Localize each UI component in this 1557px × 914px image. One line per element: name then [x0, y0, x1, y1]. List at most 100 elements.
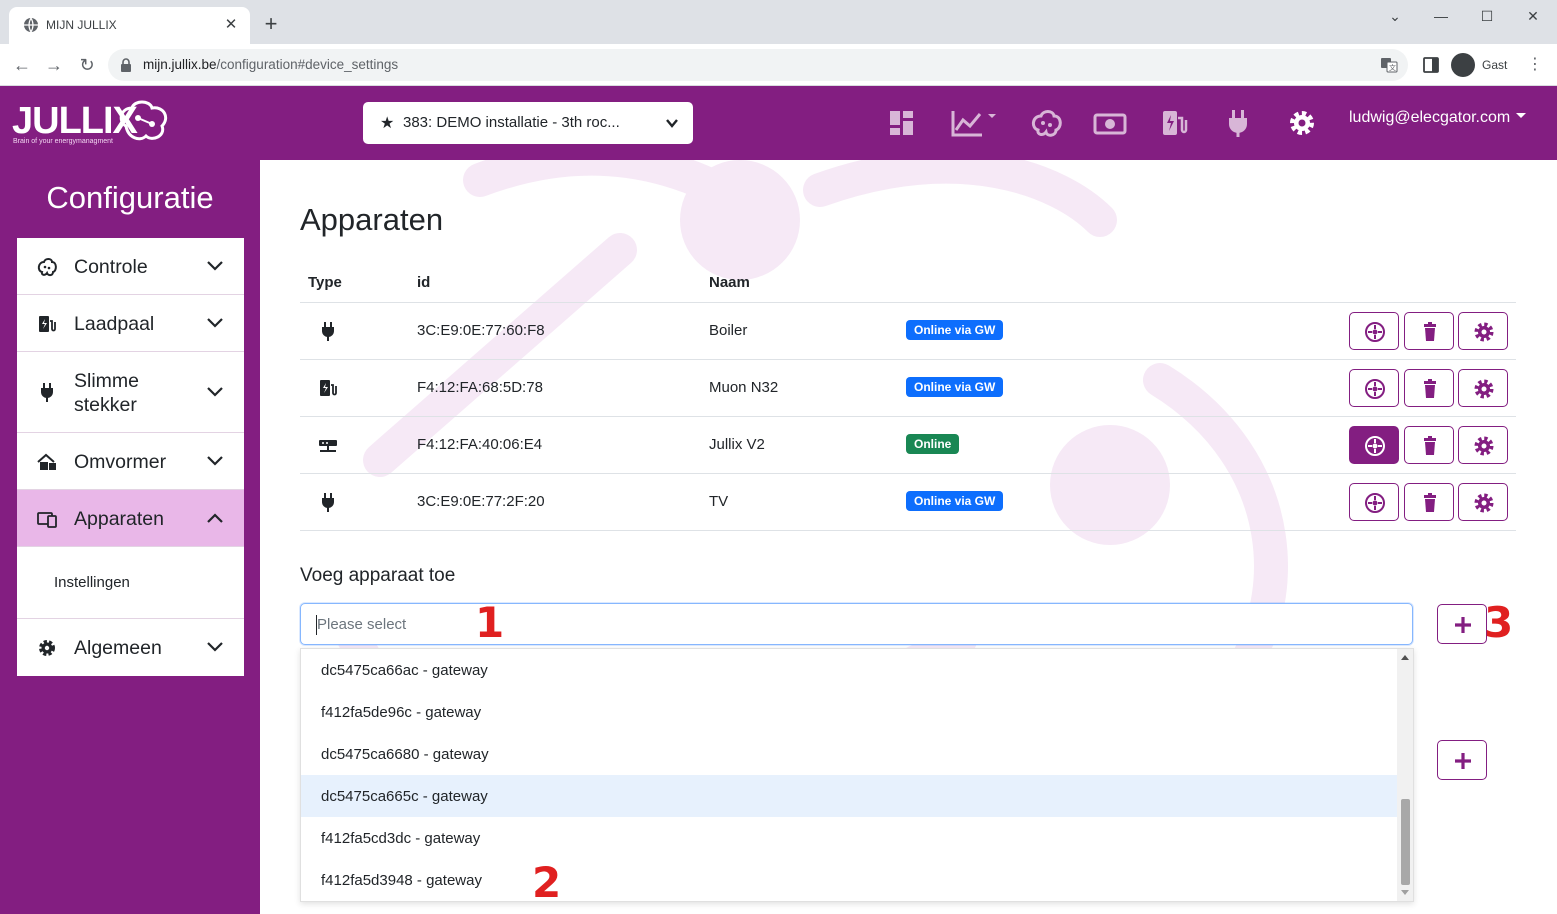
delete-button[interactable]: [1404, 426, 1454, 464]
gear-icon: [1474, 322, 1494, 342]
annotation-1: 1: [475, 598, 505, 647]
table-header: Type id Naam: [300, 265, 1516, 303]
chevron-down-icon: [666, 119, 678, 128]
scroll-down-icon[interactable]: [1401, 890, 1409, 895]
settings-button[interactable]: [1458, 426, 1508, 464]
maximize-icon[interactable]: ☐: [1464, 4, 1510, 28]
delete-button[interactable]: [1404, 312, 1454, 350]
settings-button[interactable]: [1458, 483, 1508, 521]
scroll-thumb[interactable]: [1401, 799, 1410, 885]
network-icon: [1365, 322, 1385, 342]
sidebar-subitem-instellingen[interactable]: Instellingen: [17, 547, 244, 619]
side-panel-icon[interactable]: [1422, 56, 1440, 74]
profile-button[interactable]: Gast: [1449, 51, 1517, 79]
chevron-down-icon: [207, 387, 223, 397]
app: JULLIX Brain of your energymanagment ★ 3…: [0, 86, 1557, 914]
settings-button[interactable]: [1458, 369, 1508, 407]
sidebar-item-laadpaal[interactable]: Laadpaal: [17, 295, 244, 352]
dropdown-option[interactable]: dc5475ca66ac - gateway: [301, 649, 1398, 691]
caret-down-icon: [1516, 113, 1527, 118]
browser-menu-icon[interactable]: ⋮: [1525, 54, 1545, 78]
avatar: [1451, 53, 1475, 77]
brain-logo-icon: [119, 100, 168, 141]
trash-icon: [1424, 436, 1436, 455]
sidebar-item-algemeen[interactable]: Algemeen: [17, 619, 244, 676]
chevron-down-icon: [207, 261, 223, 271]
devices-table: Type id Naam 3C:E9:0E:77:60:F8 Boiler On…: [300, 265, 1516, 531]
chevron-down-icon: [207, 318, 223, 328]
add-button-secondary[interactable]: [1437, 740, 1487, 780]
globe-icon: [24, 17, 38, 33]
status-badge: Online via GW: [906, 377, 1004, 397]
delete-button[interactable]: [1404, 483, 1454, 521]
chevron-down-icon: [207, 456, 223, 466]
dropdown-option[interactable]: dc5475ca6680 - gateway: [301, 733, 1398, 775]
locate-button[interactable]: [1349, 312, 1399, 350]
devices-icon: [37, 512, 57, 528]
network-icon: [1365, 493, 1385, 513]
jullix-logo[interactable]: JULLIX Brain of your energymanagment: [12, 98, 172, 150]
browser-tab-bar: MIJN JULLIX ✕ + ⌄ — ☐ ✕: [0, 0, 1557, 44]
dropdown-scrollbar[interactable]: [1397, 649, 1413, 901]
trash-icon: [1424, 379, 1436, 398]
gear-icon[interactable]: [1287, 108, 1317, 138]
settings-button[interactable]: [1458, 312, 1508, 350]
sidebar-item-apparaten[interactable]: Apparaten: [17, 490, 244, 547]
sidebar: Configuratie Controle Laadpaal Slimme st…: [0, 160, 260, 914]
tab-title: MIJN JULLIX: [46, 18, 117, 32]
plug-icon[interactable]: [1226, 108, 1250, 138]
house-solar-icon: [37, 453, 56, 470]
reload-icon[interactable]: ↻: [75, 53, 99, 77]
sidebar-item-slimme-stekker[interactable]: Slimme stekker: [17, 352, 244, 433]
brain-icon[interactable]: [1030, 108, 1062, 138]
sidebar-item-omvormer[interactable]: Omvormer: [17, 433, 244, 490]
svg-text:文: 文: [1389, 63, 1396, 72]
dropdown-option[interactable]: f412fa5cd3dc - gateway: [301, 817, 1398, 859]
status-badge: Online via GW: [906, 320, 1004, 340]
dropdown-option-highlighted[interactable]: dc5475ca665c - gateway: [301, 775, 1398, 817]
locate-button[interactable]: [1349, 369, 1399, 407]
trash-icon: [1424, 493, 1436, 512]
gear-icon: [1474, 379, 1494, 399]
money-icon[interactable]: [1093, 108, 1127, 138]
main-content: Apparaten Type id Naam 3C:E9:0E:77:60:F8…: [260, 160, 1557, 914]
delete-button[interactable]: [1404, 369, 1454, 407]
chevron-down-icon: [207, 642, 223, 652]
dashboard-icon[interactable]: [888, 108, 916, 138]
annotation-3: 3: [1484, 598, 1514, 647]
forward-icon[interactable]: →: [42, 53, 66, 77]
minimize-icon[interactable]: —: [1418, 4, 1464, 28]
plus-icon: [1455, 753, 1471, 769]
annotation-2: 2: [532, 858, 562, 907]
new-tab-button[interactable]: +: [259, 12, 283, 36]
gateway-icon: [319, 440, 337, 452]
url-bar[interactable]: mijn.jullix.be/configuration#device_sett…: [108, 49, 1408, 81]
plug-icon: [41, 383, 53, 402]
installation-select[interactable]: ★ 383: DEMO installatie - 3th roc...: [363, 102, 693, 144]
device-select-input[interactable]: Please select: [300, 603, 1413, 645]
star-icon: ★: [380, 115, 395, 132]
scroll-up-icon[interactable]: [1401, 655, 1409, 660]
locate-button[interactable]: [1349, 426, 1399, 464]
user-menu[interactable]: ludwig@elecgator.com: [1349, 109, 1527, 127]
sidebar-item-controle[interactable]: Controle: [17, 238, 244, 295]
dropdown-option[interactable]: f412fa5d3948 - gateway: [301, 859, 1398, 901]
add-device-button[interactable]: [1437, 604, 1487, 644]
charger-icon[interactable]: [1160, 108, 1188, 138]
chart-icon[interactable]: [950, 108, 1002, 138]
sidebar-menu: Controle Laadpaal Slimme stekker Omvorme…: [17, 238, 244, 676]
close-window-icon[interactable]: ✕: [1510, 4, 1556, 28]
add-device-title: Voeg apparaat toe: [300, 565, 456, 586]
table-row: F4:12:FA:68:5D:78 Muon N32 Online via GW: [300, 360, 1516, 417]
charger-icon: [320, 380, 337, 396]
tab-search-icon[interactable]: ⌄: [1372, 4, 1418, 28]
locate-button[interactable]: [1349, 483, 1399, 521]
close-tab-icon[interactable]: ✕: [222, 16, 240, 34]
top-navbar: JULLIX Brain of your energymanagment ★ 3…: [0, 86, 1557, 160]
translate-icon[interactable]: 文: [1380, 56, 1398, 74]
back-icon[interactable]: ←: [10, 53, 34, 77]
browser-tab[interactable]: MIJN JULLIX ✕: [9, 7, 250, 44]
dropdown-option[interactable]: f412fa5de96c - gateway: [301, 691, 1398, 733]
gear-icon: [1474, 493, 1494, 513]
device-options-dropdown: dc5475ca66ac - gateway f412fa5de96c - ga…: [300, 648, 1414, 902]
